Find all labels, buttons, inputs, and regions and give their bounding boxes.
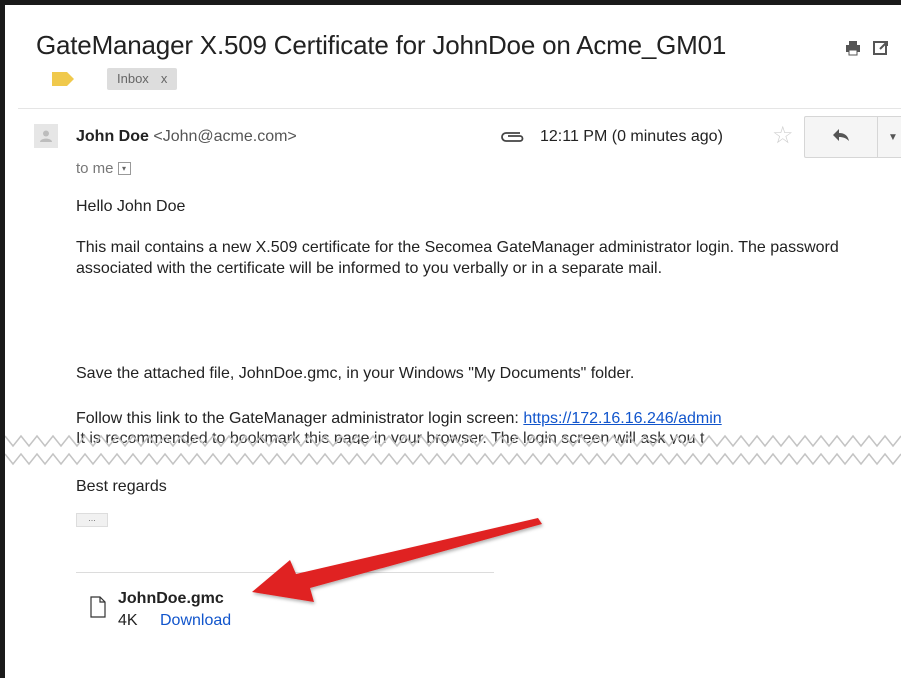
email-greeting: Hello John Doe xyxy=(76,198,186,215)
email-closing: Best regards xyxy=(76,478,167,495)
header-divider xyxy=(18,108,901,109)
recipient-line: to me ▾ xyxy=(76,160,131,177)
admin-login-link[interactable]: https://172.16.16.246/admin xyxy=(523,410,721,427)
window-border-left xyxy=(0,0,5,678)
reply-button[interactable] xyxy=(804,116,877,158)
email-paragraph-1: This mail contains a new X.509 certifica… xyxy=(76,239,839,277)
attachment-size: 4K xyxy=(118,612,138,629)
sender-line: John Doe <John@acme.com> xyxy=(76,128,297,146)
show-trimmed-content-button[interactable]: ... xyxy=(76,513,108,527)
new-window-icon[interactable] xyxy=(873,40,889,56)
sender-email: <John@acme.com> xyxy=(153,128,297,145)
star-icon[interactable]: ☆ xyxy=(772,124,794,148)
label-tag-icon[interactable] xyxy=(52,72,74,86)
chevron-down-icon: ▼ xyxy=(888,131,898,143)
remove-label-button[interactable]: x xyxy=(161,71,168,86)
email-timestamp: 12:11 PM (0 minutes ago) xyxy=(540,128,723,145)
inbox-label-text: Inbox xyxy=(117,71,149,86)
email-subject: GateManager X.509 Certificate for JohnDo… xyxy=(36,30,727,60)
email-paragraph-2: Save the attached file, JohnDoe.gmc, in … xyxy=(76,365,635,382)
reply-icon xyxy=(832,128,850,147)
paperclip-icon xyxy=(500,130,526,144)
attachment-download-link[interactable]: Download xyxy=(160,612,231,630)
avatar-icon[interactable] xyxy=(34,124,58,148)
link-intro-text: Follow this link to the GateManager admi… xyxy=(76,410,524,427)
torn-edge xyxy=(5,434,901,466)
annotation-arrow xyxy=(252,518,542,602)
email-link-line: Follow this link to the GateManager admi… xyxy=(76,408,886,429)
header-actions xyxy=(845,40,889,56)
window-border-top xyxy=(0,0,901,5)
inbox-label-chip[interactable]: Inbox x xyxy=(107,68,178,90)
print-icon[interactable] xyxy=(845,40,861,56)
attachment-filename[interactable]: JohnDoe.gmc xyxy=(118,590,224,608)
more-actions-button[interactable]: ▼ xyxy=(877,116,901,158)
recipient-details-dropdown[interactable]: ▾ xyxy=(117,161,131,175)
sender-name[interactable]: John Doe xyxy=(76,128,149,145)
file-icon xyxy=(90,596,106,618)
recipient-text: to me xyxy=(76,160,114,177)
